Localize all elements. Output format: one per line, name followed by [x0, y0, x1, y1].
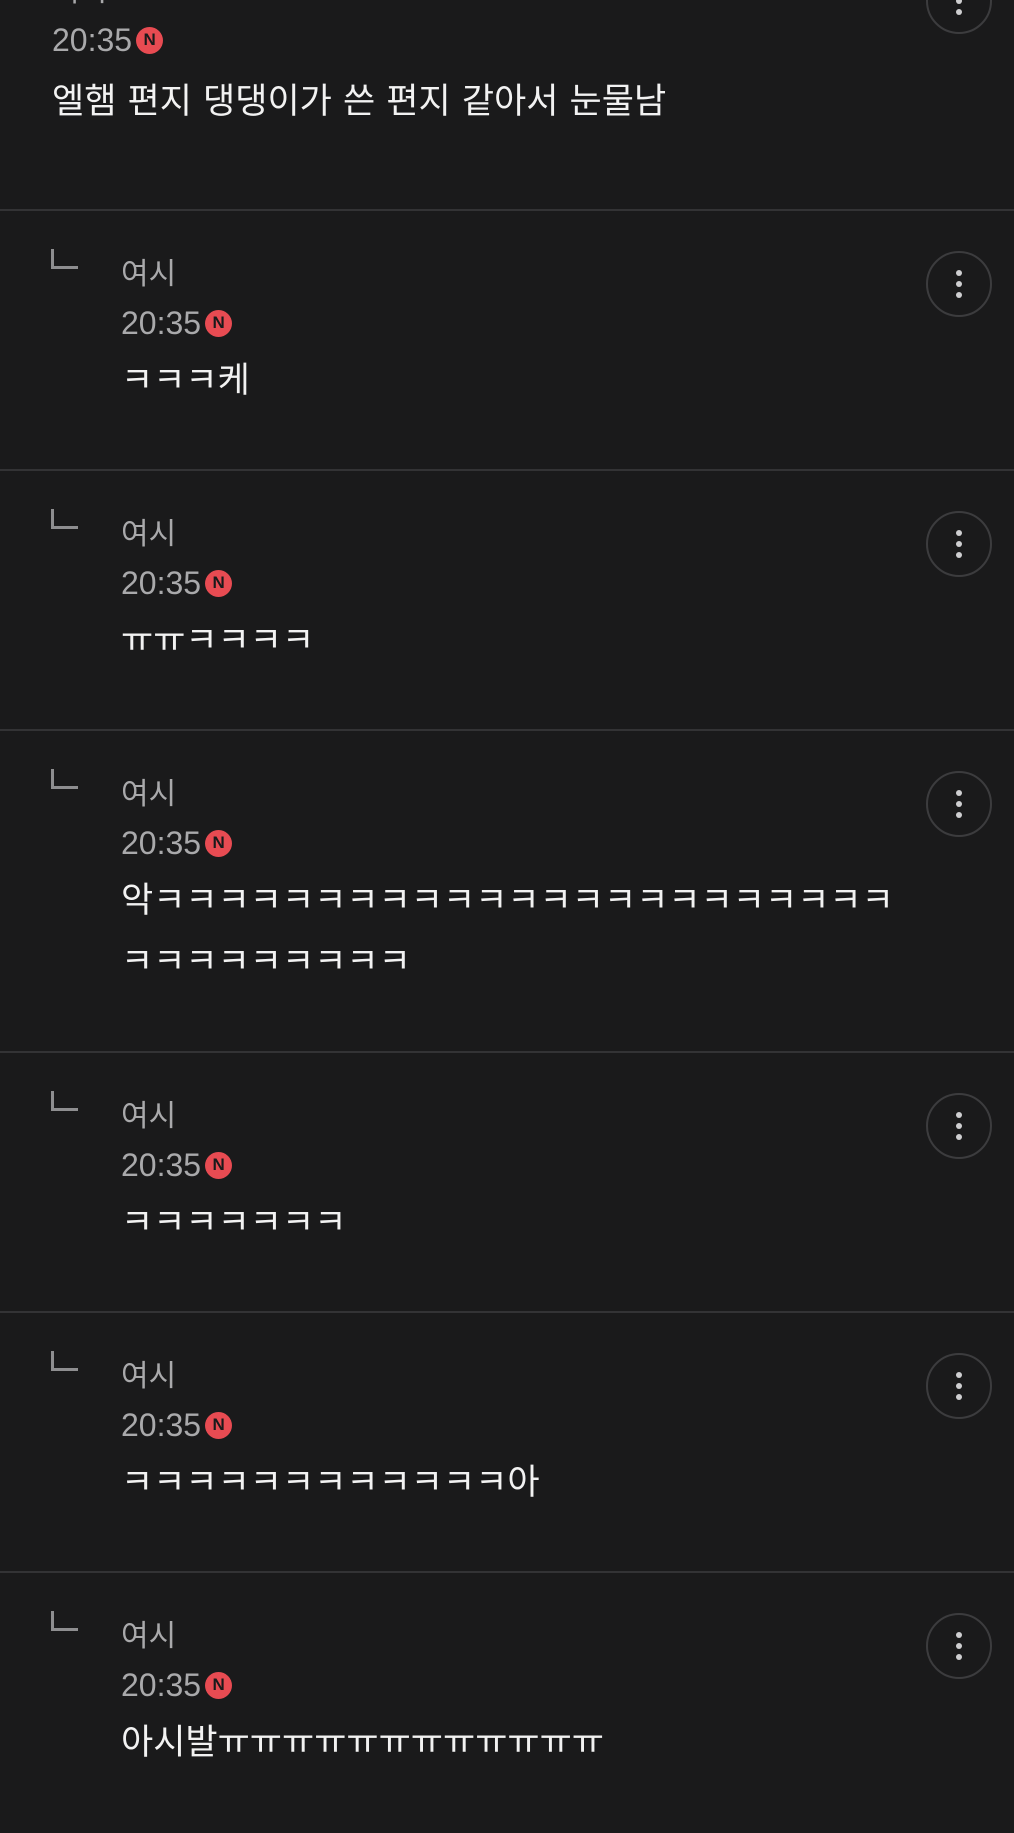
comment-author[interactable]: 여시: [121, 1359, 176, 1395]
comment-time: 20:35: [121, 1146, 202, 1183]
comment-text: 엘햄 편지 댕댕이가 쓴 편지 같아서 눈물남: [52, 82, 667, 122]
comment-author[interactable]: 여시: [121, 517, 176, 553]
comment-meta: 20:35 N: [121, 304, 233, 341]
reply-arrow-icon: [51, 1351, 78, 1371]
comment-meta: 20:35 N: [121, 1666, 233, 1703]
reply-item: 여시 20:35 N 아시발ㅠㅠㅠㅠㅠㅠㅠㅠㅠㅠㅠㅠ: [0, 1573, 1014, 1833]
more-vertical-icon[interactable]: [926, 1613, 992, 1679]
new-badge-icon: N: [136, 26, 164, 54]
new-badge-icon: N: [205, 1411, 233, 1439]
reply-item: 여시 20:35 N ㅠㅠㅋㅋㅋㅋ: [0, 471, 1014, 731]
comment-meta: 20:35 N: [121, 824, 233, 861]
new-badge-icon: N: [205, 829, 233, 857]
more-vertical-icon[interactable]: [926, 0, 992, 34]
dot: [956, 541, 962, 547]
comment-time: 20:35: [121, 304, 202, 341]
reply-arrow-icon: [51, 769, 78, 789]
reply-item: 여시 20:35 N ㅋㅋㅋㅋㅋㅋㅋㅋㅋㅋㅋㅋ아: [0, 1313, 1014, 1573]
comment-author[interactable]: 여시: [121, 1619, 176, 1655]
comment-text: ㅠㅠㅋㅋㅋㅋ: [121, 621, 315, 661]
dot: [956, 530, 962, 536]
comment-meta: 20:35 N: [121, 1146, 233, 1183]
dot: [956, 1643, 962, 1649]
dot: [956, 1123, 962, 1129]
reply-item: 여시 20:35 N ㅋㅋㅋㅋㅋㅋㅋ: [0, 1053, 1014, 1313]
comment-text: ㅋㅋㅋㅋㅋㅋㅋ: [121, 1203, 347, 1243]
comment-time: 20:35: [121, 1666, 202, 1703]
dot: [956, 270, 962, 276]
reply-arrow-icon: [51, 509, 78, 529]
more-vertical-icon[interactable]: [926, 1093, 992, 1159]
reply-arrow-icon: [51, 1091, 78, 1111]
new-badge-icon: N: [205, 569, 233, 597]
dot: [956, 0, 962, 4]
new-badge-icon: N: [205, 309, 233, 337]
more-vertical-icon[interactable]: [926, 1353, 992, 1419]
dot: [956, 9, 962, 15]
comment-time: 20:35: [52, 21, 133, 58]
more-vertical-icon[interactable]: [926, 771, 992, 837]
comment-time: 20:35: [121, 824, 202, 861]
dot: [956, 790, 962, 796]
dot: [956, 812, 962, 818]
comment-meta: 20:35 N: [52, 21, 164, 58]
dot: [956, 1654, 962, 1660]
dot: [956, 1372, 962, 1378]
comment-text: ㅋㅋㅋㅋㅋㅋㅋㅋㅋㅋㅋㅋ아: [121, 1463, 540, 1503]
comment-author[interactable]: 여시: [52, 0, 107, 10]
dot: [956, 552, 962, 558]
comment-meta: 20:35 N: [121, 1406, 233, 1443]
dot: [956, 1134, 962, 1140]
dot: [956, 1632, 962, 1638]
dot: [956, 292, 962, 298]
new-badge-icon: N: [205, 1151, 233, 1179]
comment-item: 여시 20:35 N 엘햄 편지 댕댕이가 쓴 편지 같아서 눈물남: [0, 0, 1014, 211]
comment-author[interactable]: 여시: [121, 1099, 176, 1135]
comment-text: ㅋㅋㅋ케: [121, 361, 250, 401]
dot: [956, 1394, 962, 1400]
reply-item: 여시 20:35 N ㅋㅋㅋ케: [0, 211, 1014, 471]
dot: [956, 1112, 962, 1118]
reply-arrow-icon: [51, 249, 78, 269]
reply-arrow-icon: [51, 1611, 78, 1631]
reply-item: 여시 20:35 N 악ㅋㅋㅋㅋㅋㅋㅋㅋㅋㅋㅋㅋㅋㅋㅋㅋㅋㅋㅋㅋㅋㅋㅋㅋㅋㅋㅋㅋ…: [0, 731, 1014, 1053]
more-vertical-icon[interactable]: [926, 511, 992, 577]
comment-time: 20:35: [121, 564, 202, 601]
comment-meta: 20:35 N: [121, 564, 233, 601]
more-vertical-icon[interactable]: [926, 251, 992, 317]
comment-text: 아시발ㅠㅠㅠㅠㅠㅠㅠㅠㅠㅠㅠㅠ: [121, 1723, 605, 1763]
dot: [956, 801, 962, 807]
comment-author[interactable]: 여시: [121, 257, 176, 293]
comment-time: 20:35: [121, 1406, 202, 1443]
comment-text: 악ㅋㅋㅋㅋㅋㅋㅋㅋㅋㅋㅋㅋㅋㅋㅋㅋㅋㅋㅋㅋㅋㅋㅋㅋㅋㅋㅋㅋㅋㅋㅋㅋ: [121, 881, 894, 982]
new-badge-icon: N: [205, 1671, 233, 1699]
comment-author[interactable]: 여시: [121, 777, 176, 813]
dot: [956, 281, 962, 287]
dot: [956, 1383, 962, 1389]
